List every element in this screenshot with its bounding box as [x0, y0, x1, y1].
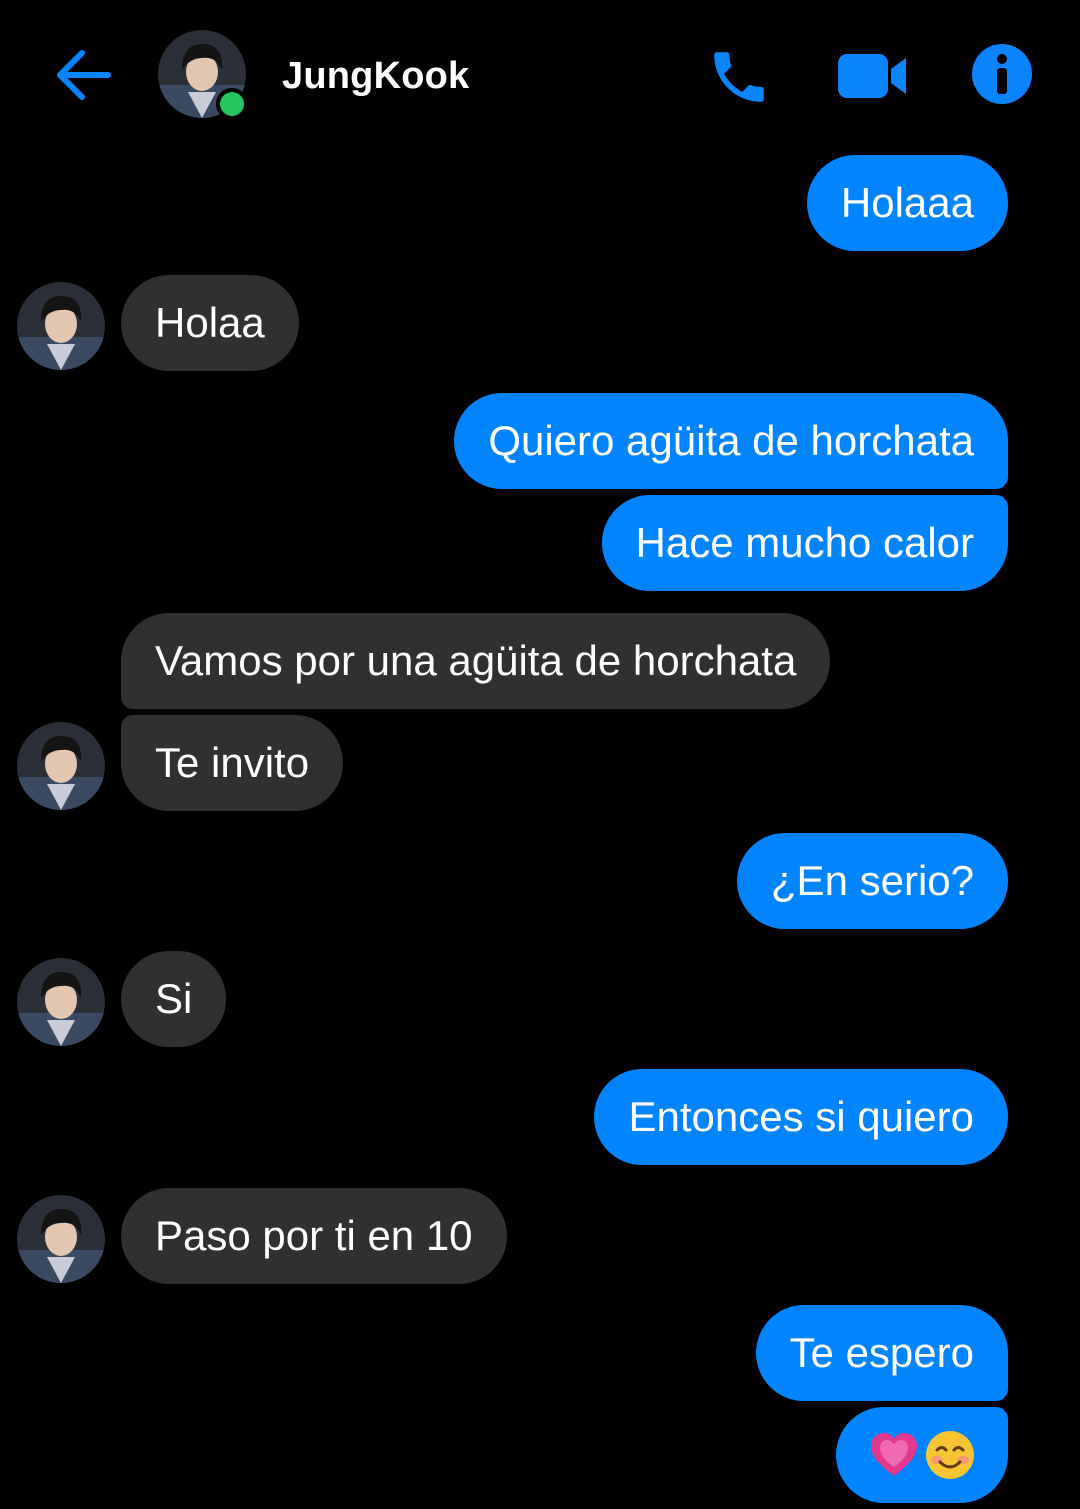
sent-emoji-message[interactable]	[836, 1407, 1008, 1503]
avatar-image	[17, 282, 105, 370]
received-message[interactable]: Te invito	[121, 715, 344, 811]
sent-message[interactable]: Te espero	[755, 1305, 1008, 1401]
contact-avatar-small[interactable]	[17, 1195, 105, 1283]
smiling-face-emoji	[926, 1431, 974, 1479]
video-camera-icon	[838, 54, 906, 98]
phone-icon	[714, 52, 764, 102]
sent-message[interactable]: ¿En serio?	[736, 833, 1008, 929]
call-button[interactable]	[706, 44, 772, 110]
sent-message[interactable]: Quiero agüita de horchata	[454, 393, 1008, 489]
contact-avatar-small[interactable]	[17, 722, 105, 810]
sent-message[interactable]: Entonces si quiero	[594, 1069, 1008, 1165]
contact-avatar[interactable]	[158, 30, 248, 120]
contact-name[interactable]: JungKook	[282, 55, 469, 98]
messenger-chat-screen: JungKook Holaaa Holaa Quiero agüita de h…	[0, 0, 1080, 1509]
back-button[interactable]	[52, 44, 114, 106]
growing-heart-emoji	[871, 1433, 917, 1476]
info-icon	[972, 44, 1032, 104]
info-button[interactable]	[970, 42, 1034, 106]
video-call-button[interactable]	[836, 50, 910, 102]
received-message[interactable]: Si	[121, 951, 227, 1047]
avatar-image	[17, 958, 105, 1046]
arrow-left-icon	[57, 50, 111, 100]
contact-avatar-small[interactable]	[17, 958, 105, 1046]
contact-avatar-small[interactable]	[17, 282, 105, 370]
sent-message[interactable]: Holaaa	[806, 155, 1008, 251]
online-status-dot	[216, 88, 248, 120]
sent-message[interactable]: Hace mucho calor	[601, 495, 1008, 591]
received-message[interactable]: Vamos por una agüita de horchata	[121, 613, 831, 709]
received-message[interactable]: Holaa	[121, 275, 299, 371]
avatar-image	[17, 722, 105, 810]
received-message[interactable]: Paso por ti en 10	[121, 1188, 507, 1284]
avatar-image	[17, 1195, 105, 1283]
